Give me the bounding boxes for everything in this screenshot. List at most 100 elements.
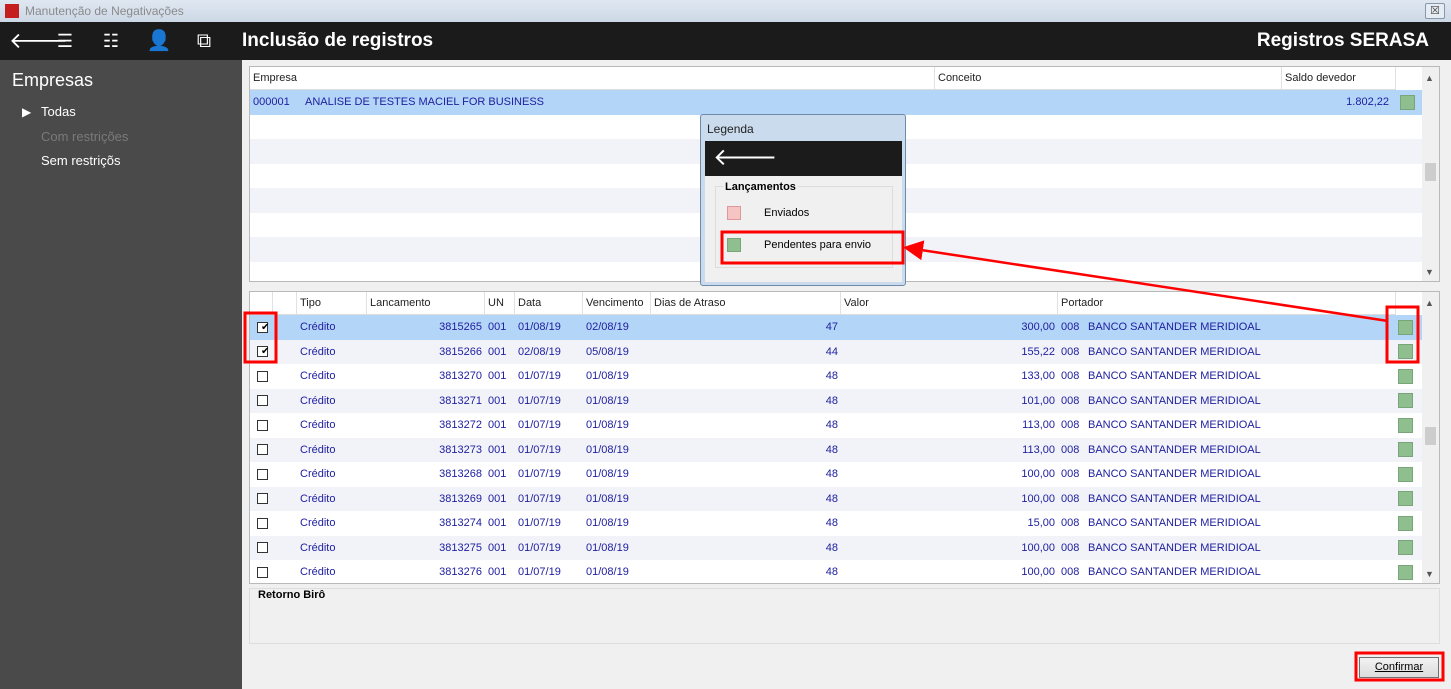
col-lancamento[interactable]: Lancamento xyxy=(367,292,485,314)
col-conceito[interactable]: Conceito xyxy=(935,67,1282,89)
cell-dias: 48 xyxy=(825,443,838,456)
page-title: Inclusão de registros xyxy=(242,30,434,51)
col-valor[interactable]: Valor xyxy=(841,292,1058,314)
close-button[interactable]: ☒ xyxy=(1425,3,1445,19)
sidebar-item-com-restricoes[interactable]: Com restrições xyxy=(41,129,128,144)
cell-dias: 48 xyxy=(825,492,838,505)
cell-portador: BANCO SANTANDER MERIDIOAL xyxy=(1088,443,1261,456)
col-dias-atraso[interactable]: Dias de Atraso xyxy=(651,292,841,314)
status-pending-icon xyxy=(1398,344,1413,360)
sidebar-item-sem-restricoes[interactable]: Sem restriçõs xyxy=(41,153,120,168)
cell-portador: BANCO SANTANDER MERIDIOAL xyxy=(1088,321,1261,334)
cell-portador-code: 008 xyxy=(1061,517,1080,530)
cell-lanc: 3813270 xyxy=(439,370,482,383)
cell-lanc: 3813269 xyxy=(439,492,482,505)
status-pending-icon xyxy=(1398,319,1413,335)
confirm-button[interactable]: Confirmar xyxy=(1359,657,1439,678)
row-checkbox[interactable] xyxy=(257,517,268,529)
cell-portador: BANCO SANTANDER MERIDIOAL xyxy=(1088,468,1261,481)
cell-portador: BANCO SANTANDER MERIDIOAL xyxy=(1088,370,1261,383)
cell-portador: BANCO SANTANDER MERIDIOAL xyxy=(1088,394,1261,407)
sidebar-item-todas[interactable]: Todas xyxy=(41,104,76,119)
sidebar-title: Empresas xyxy=(12,70,94,90)
companies-scrollbar[interactable]: ▲ ▼ xyxy=(1422,67,1439,281)
entry-row[interactable]: Crédito 3813274 001 01/07/19 01/08/19 48 15,00… xyxy=(250,511,1423,536)
entries-scrollbar[interactable]: ▲ ▼ xyxy=(1422,292,1439,583)
cell-data: 01/07/19 xyxy=(518,370,561,383)
col-tipo[interactable]: Tipo xyxy=(297,292,367,314)
status-pending-icon xyxy=(1398,466,1413,482)
row-checkbox[interactable] xyxy=(257,542,268,554)
entry-row[interactable]: Crédito 3813271 001 01/07/19 01/08/19 48 101,0… xyxy=(250,388,1423,413)
row-checkbox[interactable] xyxy=(257,419,268,431)
row-checkbox[interactable]: ✔ xyxy=(257,321,269,333)
cell-un: 001 xyxy=(488,321,507,334)
cell-valor: 113,00 xyxy=(1022,419,1055,432)
company-name: ANALISE DE TESTES MACIEL FOR BUSINESS xyxy=(305,96,545,109)
entry-row[interactable]: ✔ Crédito 3815265 001 01/08/19 02/08/19 47 300,… xyxy=(250,315,1423,340)
cell-tipo: Crédito xyxy=(300,517,336,530)
row-checkbox[interactable] xyxy=(257,444,268,456)
checklist-icon[interactable]: ☰ xyxy=(51,28,79,54)
cell-portador-code: 008 xyxy=(1061,419,1080,432)
cell-portador: BANCO SANTANDER MERIDIOAL xyxy=(1088,541,1261,554)
row-checkbox[interactable] xyxy=(257,493,268,505)
back-arrow-icon[interactable]: 🡐 xyxy=(9,28,68,54)
cell-portador: BANCO SANTANDER MERIDIOAL xyxy=(1088,492,1261,505)
col-portador[interactable]: Portador xyxy=(1058,292,1396,314)
cell-venc: 01/08/19 xyxy=(586,419,629,432)
entry-row[interactable]: Crédito 3813272 001 01/07/19 01/08/19 48 113,0… xyxy=(250,413,1423,438)
col-empresa[interactable]: Empresa xyxy=(250,67,935,89)
cell-lanc: 3815265 xyxy=(439,321,482,334)
company-row[interactable]: 000001 ANALISE DE TESTES MACIEL FOR BUSI… xyxy=(250,90,1423,115)
entry-row[interactable]: Crédito 3813276 001 01/07/19 01/08/19 48 100,0… xyxy=(250,560,1423,583)
cell-data: 01/07/19 xyxy=(518,566,561,579)
cell-tipo: Crédito xyxy=(300,566,336,579)
cell-portador-code: 008 xyxy=(1061,394,1080,407)
entry-row[interactable]: Crédito 3813269 001 01/07/19 01/08/19 48 100,0… xyxy=(250,486,1423,511)
cell-lanc: 3813276 xyxy=(439,566,482,579)
entry-row[interactable]: Crédito 3813268 001 01/07/19 01/08/19 48 100,0… xyxy=(250,462,1423,487)
cell-venc: 01/08/19 xyxy=(586,566,629,579)
entry-row[interactable]: Crédito 3813270 001 01/07/19 01/08/19 48 133,0… xyxy=(250,364,1423,389)
col-saldo[interactable]: Saldo devedor xyxy=(1282,67,1396,89)
checklist-sync-icon[interactable]: ☷ xyxy=(97,28,125,54)
retorno-biro-label: Retorno Birô xyxy=(258,589,326,601)
cell-tipo: Crédito xyxy=(300,394,336,407)
cell-portador: BANCO SANTANDER MERIDIOAL xyxy=(1088,517,1261,530)
cell-portador: BANCO SANTANDER MERIDIOAL xyxy=(1088,345,1261,358)
row-checkbox[interactable] xyxy=(257,370,268,382)
cell-valor: 101,00 xyxy=(1021,394,1055,407)
col-data[interactable]: Data xyxy=(515,292,583,314)
back-arrow-icon[interactable]: 🡐 xyxy=(713,144,777,171)
entry-row[interactable]: ✔ Crédito 3815266 001 02/08/19 05/08/19 44 155,… xyxy=(250,339,1423,364)
company-saldo: 1.802,22 xyxy=(1346,96,1389,109)
col-vencimento[interactable]: Vencimento xyxy=(583,292,651,314)
cell-portador-code: 008 xyxy=(1061,492,1080,505)
user-icon[interactable]: 👤 xyxy=(145,28,173,54)
cell-data: 01/07/19 xyxy=(518,468,561,481)
row-checkbox[interactable] xyxy=(257,395,268,407)
cell-un: 001 xyxy=(488,345,507,358)
cell-data: 01/07/19 xyxy=(518,419,561,432)
cell-venc: 01/08/19 xyxy=(586,492,629,505)
cell-valor: 100,00 xyxy=(1021,492,1055,505)
legend-pending-label: Pendentes para envio xyxy=(764,239,872,251)
entry-row[interactable]: Crédito 3813273 001 01/07/19 01/08/19 48 113,0… xyxy=(250,437,1423,462)
row-checkbox[interactable] xyxy=(257,468,268,480)
row-checkbox[interactable] xyxy=(257,566,268,578)
cell-venc: 01/08/19 xyxy=(586,370,629,383)
status-pending-icon xyxy=(1398,393,1413,409)
cell-venc: 01/08/19 xyxy=(586,468,629,481)
cell-dias: 48 xyxy=(825,517,838,530)
retorno-biro-panel: Retorno Birô xyxy=(249,588,1440,644)
cell-lanc: 3813275 xyxy=(439,541,482,554)
cell-dias: 48 xyxy=(825,541,838,554)
cell-data: 02/08/19 xyxy=(518,345,561,358)
sent-swatch-icon xyxy=(727,206,741,220)
new-document-icon[interactable]: ⧉ xyxy=(190,28,218,54)
entry-row[interactable]: Crédito 3813275 001 01/07/19 01/08/19 48 100,0… xyxy=(250,535,1423,560)
row-checkbox[interactable]: ✔ xyxy=(257,346,269,358)
cell-data: 01/08/19 xyxy=(518,321,561,334)
col-un[interactable]: UN xyxy=(485,292,515,314)
